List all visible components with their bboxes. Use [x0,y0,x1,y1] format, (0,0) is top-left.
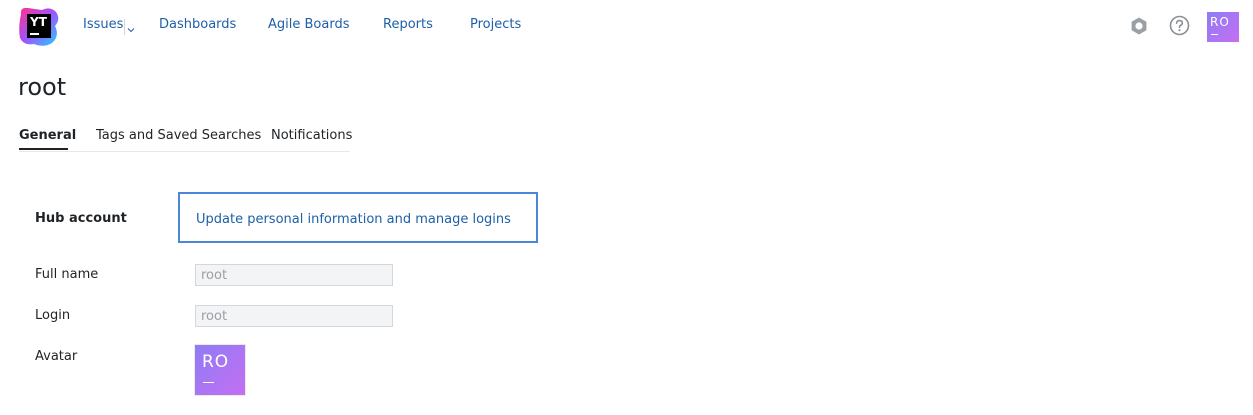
nav-reports[interactable]: Reports [383,17,433,35]
hub-account-box: Update personal information and manage l… [178,192,538,243]
login-field[interactable] [195,305,393,327]
avatar-image[interactable]: RO [195,345,245,395]
avatar-underline [203,382,214,383]
nav-agile-boards[interactable]: Agile Boards [268,17,349,35]
full-name-field[interactable] [195,264,393,286]
tab-general[interactable]: General [19,128,76,143]
youtrack-logo[interactable]: YT [18,6,60,48]
hub-account-label: Hub account [35,211,127,226]
nav-issues[interactable]: Issues [83,17,123,35]
avatar-underline [1211,34,1218,35]
logo-text: YT [30,15,47,29]
full-name-label: Full name [35,267,99,282]
nav-divider [124,19,125,35]
tab-notifications[interactable]: Notifications [271,128,352,143]
active-tab-indicator [19,148,68,150]
avatar-initials: RO [202,352,230,372]
tab-tags-and-saved-searches[interactable]: Tags and Saved Searches [96,128,261,143]
login-label: Login [35,308,71,323]
nav-dashboards[interactable]: Dashboards [159,17,236,35]
top-navigation-bar: YT Issues Dashboards Agile Boards Report… [0,0,1253,54]
nav-projects[interactable]: Projects [470,17,521,35]
profile-tabs: General Tags and Saved Searches Notifica… [19,126,352,152]
page-title: root [18,73,67,101]
help-icon[interactable] [1169,15,1190,36]
avatar-label: Avatar [35,349,78,364]
user-avatar-initials: RO [1210,15,1230,29]
user-avatar[interactable]: RO [1207,12,1239,42]
chevron-down-icon[interactable] [126,20,136,33]
hub-account-link[interactable]: Update personal information and manage l… [196,212,511,227]
hub-icon[interactable] [1129,16,1149,36]
